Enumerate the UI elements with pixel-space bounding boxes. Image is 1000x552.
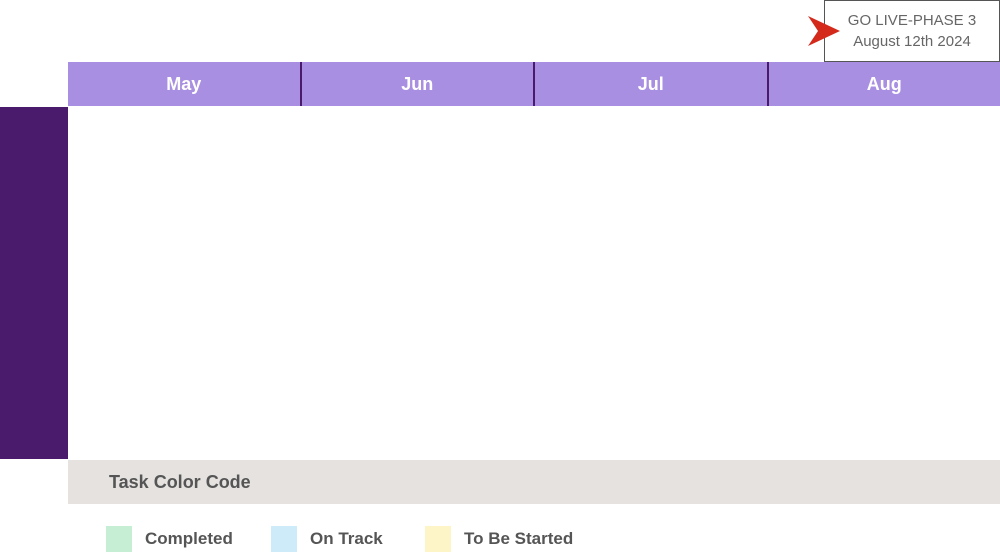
month-may: May [68, 62, 302, 106]
month-aug: Aug [866, 73, 902, 94]
completed-swatch [106, 526, 132, 552]
to-be-started-swatch [425, 526, 451, 552]
legend-label-to-be-started: To Be Started [464, 529, 574, 548]
pointer-arrow-icon [808, 16, 840, 46]
golive-date: August 12th 2024 [853, 33, 971, 50]
month-header-bar: May Jun Jul Aug [68, 62, 1000, 106]
legend-label-completed: Completed [145, 529, 233, 548]
legend-item-on-track: On Track [271, 526, 383, 552]
legend-title: Task Color Code [68, 460, 1000, 504]
legend-item-completed: Completed [106, 526, 233, 552]
month-jun: Jun [302, 62, 535, 106]
month-jul: Jul [535, 62, 769, 106]
on-track-swatch [271, 526, 297, 552]
golive-title: GO LIVE-PHASE 3 [847, 12, 977, 29]
golive-callout: GO LIVE-PHASE 3 August 12th 2024 [824, 0, 1000, 62]
timeline-sidebar [0, 107, 68, 459]
legend-item-to-be-started: To Be Started [425, 526, 573, 552]
legend-label-on-track: On Track [310, 529, 383, 548]
